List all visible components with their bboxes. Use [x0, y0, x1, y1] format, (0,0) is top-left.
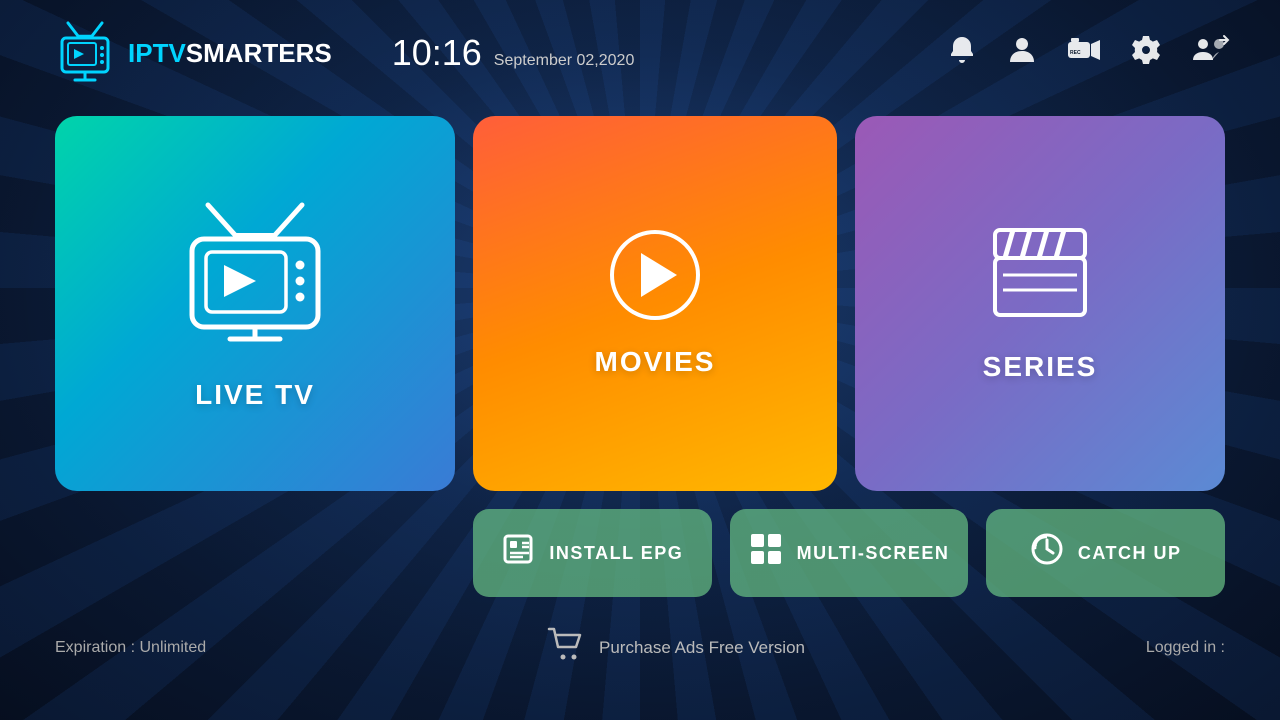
record-icon[interactable]: REC: [1066, 34, 1102, 73]
tv-svg: [170, 197, 340, 342]
current-date: September 02,2020: [494, 52, 635, 70]
main-content: LIVE TV MOVIES: [0, 106, 1280, 607]
logo-smarters: SMARTERS: [186, 38, 332, 68]
logged-in-text: Logged in :: [1146, 639, 1225, 657]
header: IPTVSMARTERS 10:16 September 02,2020 REC: [0, 0, 1280, 106]
purchase-section: Purchase Ads Free Version: [206, 627, 1146, 669]
catch-up-card[interactable]: CATCH UP: [986, 509, 1225, 597]
series-card[interactable]: SERIES: [855, 116, 1225, 491]
live-tv-icon: [170, 197, 340, 347]
bell-icon[interactable]: [946, 34, 978, 73]
logo-iptv: IPTV: [128, 38, 186, 68]
movies-play-icon: [610, 230, 700, 320]
header-icons: REC: [946, 34, 1230, 73]
bottom-grid: INSTALL EPG MULTI-SCREEN: [473, 509, 1225, 597]
multi-screen-icon: [749, 532, 783, 574]
footer: Expiration : Unlimited Purchase Ads Free…: [0, 615, 1280, 681]
switch-user-icon[interactable]: [1190, 34, 1230, 73]
logo: IPTVSMARTERS: [50, 18, 332, 88]
install-epg-label: INSTALL EPG: [549, 543, 683, 564]
datetime: 10:16 September 02,2020: [392, 32, 635, 74]
install-epg-card[interactable]: INSTALL EPG: [473, 509, 712, 597]
install-epg-icon: [501, 532, 535, 574]
top-grid: LIVE TV MOVIES: [55, 116, 1225, 491]
live-tv-label: LIVE TV: [195, 379, 315, 411]
purchase-text: Purchase Ads Free Version: [599, 638, 805, 658]
movies-card[interactable]: MOVIES: [473, 116, 837, 491]
cart-icon: [547, 627, 585, 669]
expiration-text: Expiration : Unlimited: [55, 639, 206, 657]
user-icon[interactable]: [1006, 34, 1038, 73]
multi-screen-card[interactable]: MULTI-SCREEN: [730, 509, 969, 597]
live-tv-card[interactable]: LIVE TV: [55, 116, 455, 491]
movies-label: MOVIES: [595, 346, 716, 378]
catch-up-label: CATCH UP: [1078, 543, 1182, 564]
svg-text:REC: REC: [1070, 50, 1081, 56]
series-icon: [985, 225, 1095, 325]
current-time: 10:16: [392, 32, 482, 74]
logo-icon: [50, 18, 120, 88]
multi-screen-label: MULTI-SCREEN: [797, 543, 950, 564]
catch-up-icon: [1030, 532, 1064, 574]
settings-icon[interactable]: [1130, 34, 1162, 73]
series-label: SERIES: [983, 351, 1098, 383]
